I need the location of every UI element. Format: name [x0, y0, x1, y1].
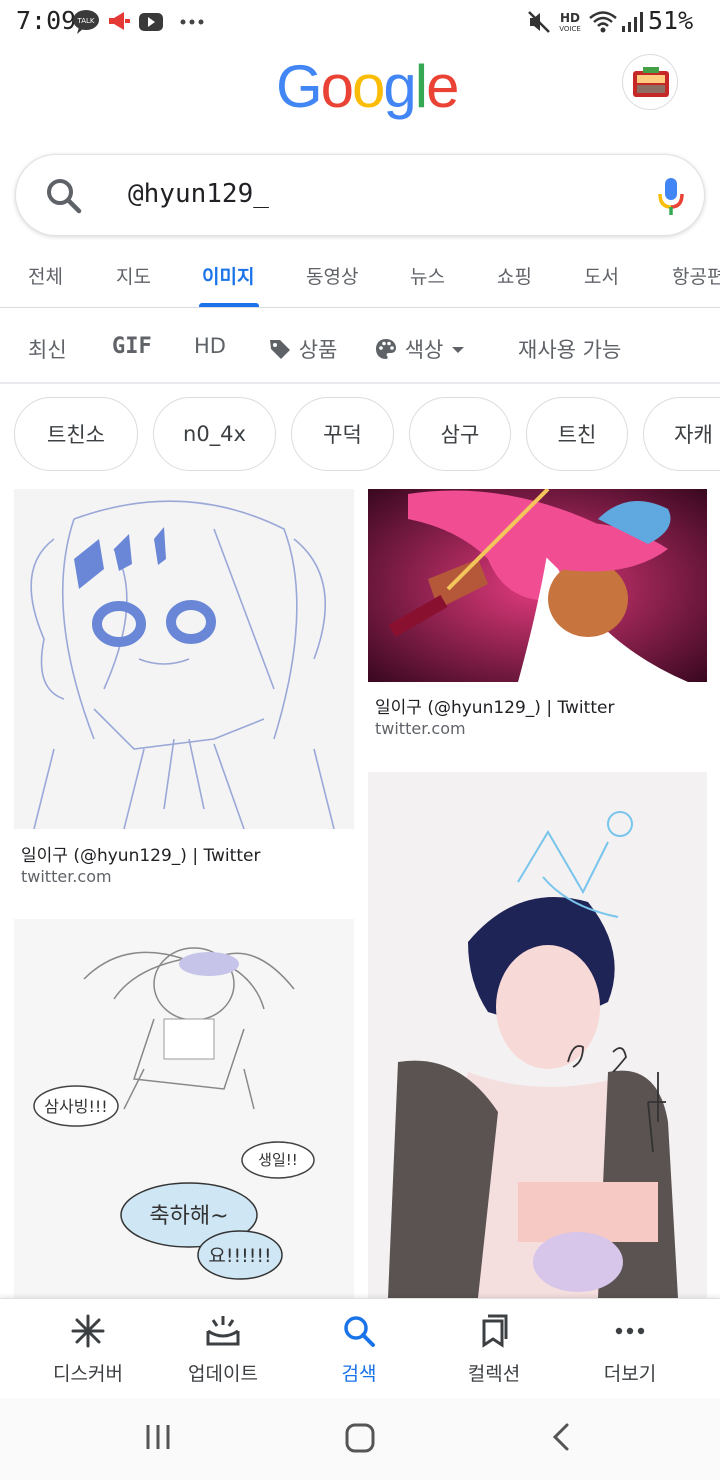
filter-recent[interactable]: 최신 — [28, 334, 67, 364]
result-source: twitter.com — [375, 719, 466, 738]
tab-images[interactable]: 이미지 — [202, 262, 254, 289]
collections-icon — [482, 1314, 508, 1348]
result-source: twitter.com — [21, 867, 112, 886]
nav-label: 더보기 — [603, 1363, 657, 1385]
image-result[interactable]: 일이구 (@hyun129_) | Twitter twitter.com — [368, 489, 707, 751]
kakaotalk-icon: TALK — [72, 9, 100, 39]
filter-product[interactable]: 상품 — [268, 334, 337, 364]
hd-voice-icon: HD VOICE — [556, 9, 584, 39]
nav-label: 디스커버 — [53, 1363, 123, 1385]
recent-apps-icon[interactable] — [143, 1422, 173, 1452]
nav-collections[interactable]: 컬렉션 — [434, 1313, 554, 1386]
tag-icon — [270, 340, 290, 359]
search-icon — [344, 1316, 375, 1347]
active-tab-indicator — [199, 303, 259, 307]
related-chips: 트친소 n0_4x 꾸덕 삼구 트친 자캐 — [0, 397, 720, 473]
filter-hd[interactable]: HD — [194, 334, 226, 358]
chip[interactable]: 트친 — [526, 397, 628, 471]
status-time: 7:09 — [16, 6, 77, 35]
tab-all[interactable]: 전체 — [28, 262, 63, 289]
result-image[interactable]: 2 3 4 — [368, 772, 707, 1298]
mute-icon — [526, 9, 552, 39]
home-icon[interactable] — [344, 1422, 376, 1454]
asterisk-icon — [71, 1314, 105, 1348]
filter-reusable[interactable]: 재사용 가능 — [518, 334, 621, 364]
megaphone-icon — [106, 9, 132, 39]
tab-maps[interactable]: 지도 — [116, 262, 151, 289]
chip[interactable]: 삼구 — [409, 397, 511, 471]
tab-flights[interactable]: 항공편 — [672, 262, 720, 289]
logo-letter: e — [426, 53, 459, 120]
more-dots-icon — [178, 9, 206, 39]
chip[interactable]: n0_4x — [153, 397, 276, 471]
tab-videos[interactable]: 동영상 — [306, 262, 358, 289]
status-bar: 7:09 TALK HD VOICE 51% — [0, 0, 720, 44]
filter-color-label: 색상 — [404, 338, 444, 362]
dropdown-arrow-icon — [452, 347, 465, 353]
image-filters: 최신 GIF HD 상품 색상 재사용 가능 — [0, 308, 720, 384]
microphone-icon[interactable] — [656, 175, 686, 221]
result-title[interactable]: 일이구 (@hyun129_) | Twitter — [375, 693, 614, 718]
search-query[interactable]: @hyun129_ — [128, 179, 269, 209]
nav-updates[interactable]: 업데이트 — [163, 1313, 283, 1386]
more-icon — [615, 1327, 645, 1335]
nav-search[interactable]: 검색 — [299, 1313, 419, 1386]
account-avatar[interactable] — [622, 54, 678, 110]
system-navigation-bar — [0, 1398, 720, 1480]
image-result[interactable]: 일이구 (@hyun129_) | Twitter twitter.com — [14, 489, 354, 889]
back-icon[interactable] — [548, 1422, 574, 1452]
result-image[interactable] — [368, 489, 707, 682]
bottom-navigation: 디스커버 업데이트 검색 컬렉션 더보기 — [0, 1298, 720, 1398]
battery-percent: 51% — [648, 6, 694, 35]
image-text: 삼사빙!!! — [44, 1097, 107, 1116]
search-tabs: 전체 지도 이미지 동영상 뉴스 쇼핑 도서 항공편 — [0, 250, 720, 308]
image-text: 축하해~ — [149, 1204, 228, 1229]
search-icon[interactable] — [44, 176, 84, 220]
svg-text:HD: HD — [560, 11, 580, 25]
signal-icon — [620, 9, 644, 39]
chip[interactable]: 트친소 — [14, 397, 138, 471]
search-box[interactable]: @hyun129_ — [15, 154, 705, 236]
image-result[interactable]: 2 3 4 — [368, 772, 707, 1298]
logo-letter: o — [320, 53, 354, 120]
logo-letter: l — [414, 53, 428, 120]
wifi-icon — [588, 9, 618, 39]
nav-more[interactable]: 더보기 — [570, 1313, 690, 1386]
logo-letter: o — [352, 53, 385, 120]
logo-letter: g — [383, 53, 416, 120]
image-text: 생일!! — [258, 1151, 298, 1169]
nav-label: 컬렉션 — [467, 1363, 521, 1385]
nav-label: 업데이트 — [188, 1363, 258, 1385]
result-image[interactable] — [14, 489, 354, 829]
nav-discover[interactable]: 디스커버 — [28, 1313, 148, 1386]
chip[interactable]: 꾸덕 — [291, 397, 394, 471]
filter-product-label: 상품 — [298, 338, 338, 362]
result-title[interactable]: 일이구 (@hyun129_) | Twitter — [21, 841, 260, 866]
nav-label: 검색 — [341, 1363, 377, 1385]
tab-books[interactable]: 도서 — [584, 262, 619, 289]
filter-gif[interactable]: GIF — [112, 334, 152, 359]
youtube-icon — [138, 9, 164, 39]
tab-shopping[interactable]: 쇼핑 — [497, 262, 532, 289]
chip[interactable]: 자캐 — [643, 397, 720, 471]
filter-color[interactable]: 색상 — [374, 334, 466, 364]
result-image[interactable]: 삼사빙!!! 생일!! 축하해~ 요!!!!!! — [14, 919, 354, 1298]
logo-letter: G — [276, 53, 323, 120]
palette-icon — [376, 339, 396, 359]
svg-text:VOICE: VOICE — [559, 25, 581, 33]
svg-text:TALK: TALK — [76, 17, 94, 25]
tab-news[interactable]: 뉴스 — [410, 262, 445, 289]
image-result[interactable]: 삼사빙!!! 생일!! 축하해~ 요!!!!!! — [14, 919, 354, 1298]
updates-icon — [206, 1316, 240, 1346]
google-logo[interactable]: Google — [276, 52, 460, 121]
image-text: 요!!!!!! — [208, 1245, 271, 1267]
